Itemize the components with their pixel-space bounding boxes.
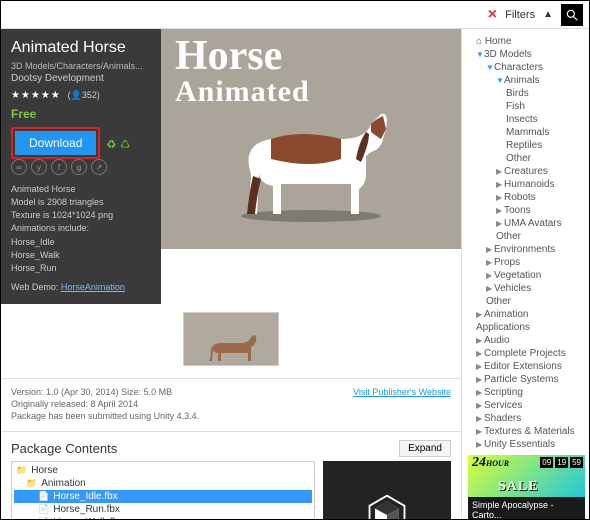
sidebar-item-characters[interactable]: ▼Characters	[464, 61, 589, 74]
sidebar-item[interactable]: ▶Props	[464, 256, 589, 269]
sidebar-item[interactable]: ▶Vehicles	[464, 282, 589, 295]
sidebar-item[interactable]: ▶Toons	[464, 204, 589, 217]
category-sidebar: Home ▼3D Models ▼Characters ▼Animals Bir…	[461, 29, 589, 519]
sidebar-item[interactable]: ▶Complete Projects	[464, 347, 589, 360]
sidebar-item[interactable]: Applications	[464, 321, 589, 334]
sidebar-item[interactable]: Other	[464, 152, 589, 165]
package-preview	[323, 461, 451, 519]
sidebar-item[interactable]: ▶Robots	[464, 191, 589, 204]
close-icon[interactable]: ×	[488, 6, 497, 24]
filters-label[interactable]: Filters	[505, 9, 535, 21]
asset-info-panel: Animated Horse 3D Models/Characters/Anim…	[1, 29, 161, 304]
unity-logo-icon	[364, 492, 410, 519]
sidebar-item[interactable]: ▶Creatures	[464, 165, 589, 178]
sidebar-item-home[interactable]: Home	[464, 35, 589, 48]
preview-title: Horse	[175, 39, 310, 75]
share-twitter-icon[interactable]: y	[31, 159, 47, 175]
tree-file: Horse_Run.fbx	[14, 503, 312, 516]
sidebar-item[interactable]: ▶Editor Extensions	[464, 360, 589, 373]
package-tree[interactable]: Horse Animation Horse_Idle.fbx Horse_Run…	[11, 461, 315, 519]
sidebar-item[interactable]: Reptiles	[464, 139, 589, 152]
main-content: Animated Horse 3D Models/Characters/Anim…	[1, 29, 461, 519]
sidebar-item[interactable]: ▶Particle Systems	[464, 373, 589, 386]
filters-collapse-icon[interactable]: ▲	[543, 9, 553, 20]
preview-image[interactable]: Horse Animated	[161, 29, 461, 249]
star-rating: ★★★★★	[11, 90, 61, 101]
search-button[interactable]	[561, 4, 583, 26]
web-demo: Web Demo: HorseAnimation	[11, 282, 151, 292]
eco-icons: ♻♺	[106, 138, 130, 151]
sidebar-item[interactable]: ▶Shaders	[464, 412, 589, 425]
sidebar-item[interactable]: ▶Scripting	[464, 386, 589, 399]
tree-file-selected: Horse_Idle.fbx	[14, 490, 312, 503]
sidebar-item[interactable]: ▶Environments	[464, 243, 589, 256]
web-demo-link[interactable]: HorseAnimation	[61, 282, 125, 292]
breadcrumb[interactable]: 3D Models/Characters/Animals...	[11, 61, 151, 71]
download-highlight: Download	[11, 127, 100, 159]
promo-card[interactable]: 24HOUR SALE 091959 Simple Apocalypse - C…	[468, 455, 585, 519]
package-contents-header: Package Contents	[11, 441, 117, 456]
expand-button[interactable]: Expand	[399, 440, 451, 457]
tree-folder: Animation	[14, 477, 312, 490]
meta-section: Version: 1.0 (Apr 30, 2014) Size: 5.0 MB…	[1, 379, 461, 432]
sidebar-item[interactable]: Other	[464, 295, 589, 308]
download-button[interactable]: Download	[15, 131, 96, 155]
sidebar-item[interactable]: ▶Animation	[464, 308, 589, 321]
version-line: Version: 1.0 (Apr 30, 2014) Size: 5.0 MB	[11, 387, 199, 397]
sidebar-item[interactable]: ▶Services	[464, 399, 589, 412]
sidebar-item[interactable]: Insects	[464, 113, 589, 126]
ratings-count: (👤352)	[68, 90, 100, 100]
asset-title: Animated Horse	[11, 39, 151, 57]
sidebar-item[interactable]: ▶UMA Avatars	[464, 217, 589, 230]
search-icon	[565, 8, 579, 22]
preview-subtitle: Animated	[175, 79, 310, 105]
tree-folder: Horse	[14, 464, 312, 477]
thumbnail-row	[1, 304, 461, 379]
share-google-icon[interactable]: g	[71, 159, 87, 175]
sidebar-item[interactable]: Other	[464, 230, 589, 243]
sidebar-item-animals[interactable]: ▼Animals	[464, 74, 589, 87]
share-more-icon[interactable]: ↗	[91, 159, 107, 175]
sidebar-item[interactable]: ▶Textures & Materials	[464, 425, 589, 438]
asset-description: Animated Horse Model is 2908 triangles T…	[11, 183, 151, 274]
top-bar: × Filters ▲	[1, 1, 589, 29]
share-facebook-icon[interactable]: f	[51, 159, 67, 175]
sidebar-item[interactable]: Birds	[464, 87, 589, 100]
sidebar-item[interactable]: ▶Audio	[464, 334, 589, 347]
sidebar-item[interactable]: Mammals	[464, 126, 589, 139]
tree-file: Horse_Walk.fbx	[14, 516, 312, 519]
sidebar-item[interactable]: Fish	[464, 100, 589, 113]
sidebar-item[interactable]: ▶Vegetation	[464, 269, 589, 282]
share-link-icon[interactable]: ∞	[11, 159, 27, 175]
publisher-website-link[interactable]: Visit Publisher's Website	[353, 387, 451, 397]
promo-title: Simple Apocalypse - Carto...	[468, 497, 585, 519]
publisher-name[interactable]: Dootsy Development	[11, 73, 151, 84]
price-label: Free	[11, 107, 151, 121]
submitted-line: Package has been submitted using Unity 4…	[11, 411, 199, 421]
sidebar-item-3d-models[interactable]: ▼3D Models	[464, 48, 589, 61]
promo-banner: 24HOUR SALE 091959	[468, 455, 585, 497]
sidebar-item[interactable]: ▶Humanoids	[464, 178, 589, 191]
countdown-timer: 091959	[540, 457, 583, 468]
sidebar-item[interactable]: ▶Unity Essentials	[464, 438, 589, 451]
release-date: Originally released: 8 April 2014	[11, 399, 199, 409]
thumbnail[interactable]	[183, 312, 279, 366]
